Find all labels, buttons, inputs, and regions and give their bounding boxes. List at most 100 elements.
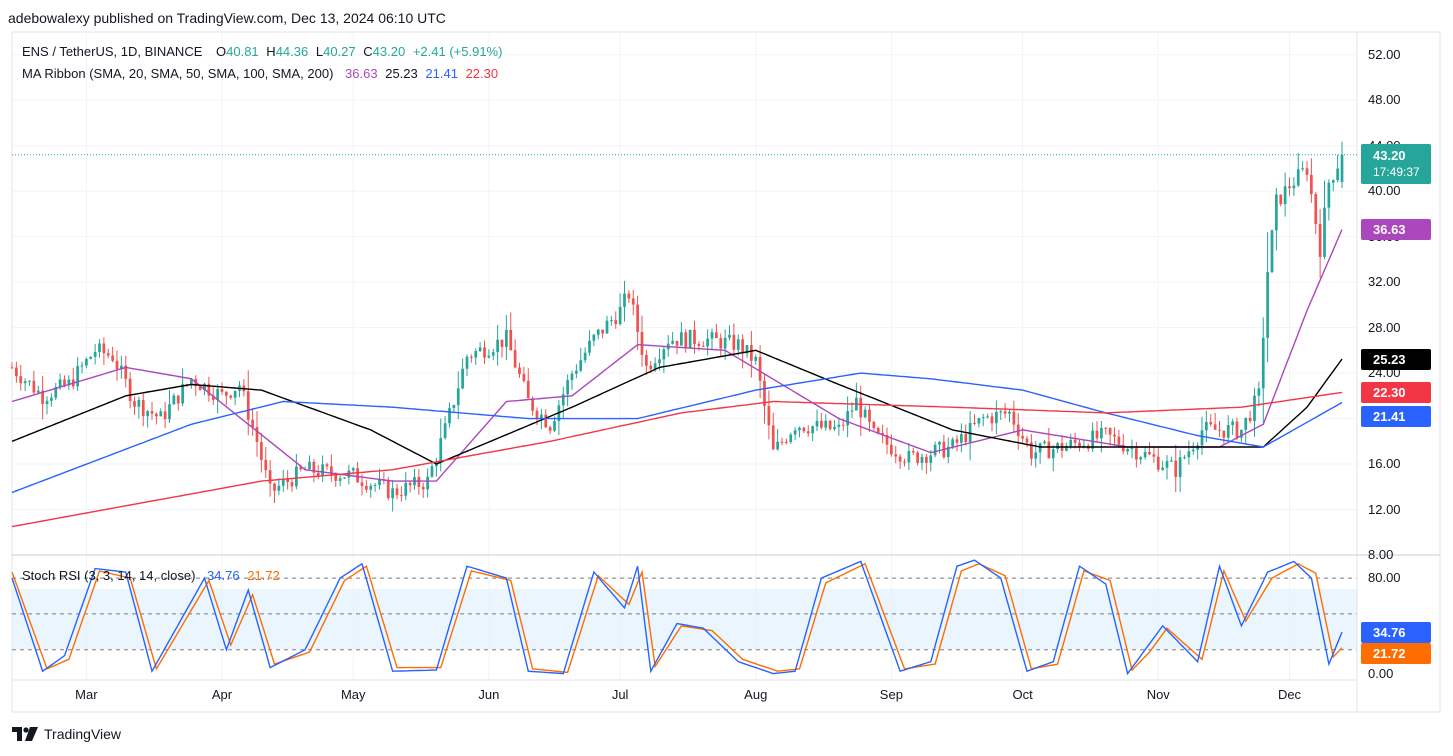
candle-body — [837, 424, 841, 427]
symbol-legend[interactable]: ENS / TetherUS, 1D, BINANCE O40.81 H44.3… — [22, 44, 506, 59]
candle-body — [697, 343, 701, 346]
sma20-legend-value: 36.63 — [345, 66, 378, 81]
time-tick-label: Nov — [1146, 687, 1170, 702]
symbol-name[interactable]: ENS / TetherUS, 1D, BINANCE — [22, 44, 202, 59]
candle-body — [833, 426, 836, 430]
candle-body — [1200, 430, 1204, 446]
candle-body — [1091, 430, 1094, 449]
candle-body — [10, 367, 14, 369]
candle-body — [1003, 411, 1007, 414]
candle-body — [811, 426, 814, 434]
candle-body — [1253, 395, 1256, 422]
candle-body — [570, 373, 574, 381]
candle-body — [32, 380, 36, 393]
open-value: 40.81 — [226, 44, 259, 59]
candle-body — [325, 464, 329, 467]
candle-body — [1318, 223, 1322, 257]
ma-ribbon-legend[interactable]: MA Ribbon (SMA, 20, SMA, 50, SMA, 100, S… — [22, 66, 502, 81]
candle-body — [522, 374, 526, 381]
candle-body — [929, 455, 933, 463]
candle-body — [1187, 451, 1191, 458]
sma200-legend-value: 22.30 — [465, 66, 499, 81]
candle-body — [496, 339, 499, 353]
candle-body — [391, 488, 394, 499]
candle-body — [750, 345, 753, 361]
candle-body — [23, 381, 27, 384]
candle-body — [706, 338, 709, 347]
time-tick-label: Mar — [75, 687, 98, 702]
candle-body — [526, 380, 530, 399]
candle-body — [102, 343, 106, 354]
time-tick-label: Apr — [211, 687, 233, 702]
candle-body — [820, 420, 823, 428]
candle-body — [1235, 421, 1239, 438]
candle-body — [474, 350, 478, 358]
candle-body — [999, 411, 1003, 413]
chart[interactable] — [0, 0, 1453, 756]
price-tick-label: 16.00 — [1368, 456, 1401, 472]
candle-body — [268, 470, 272, 484]
candle-body — [426, 476, 429, 490]
candle-body — [45, 400, 49, 405]
candle-body — [535, 410, 539, 419]
time-tick-label: Jul — [611, 687, 629, 702]
candle-body — [246, 391, 250, 420]
close-value: 43.20 — [372, 44, 406, 59]
candle-body — [1178, 457, 1182, 477]
change-value: +2.41 (+5.91%) — [412, 44, 503, 59]
candle-body — [938, 441, 941, 445]
candle-body — [728, 334, 731, 338]
stoch-rsi-label[interactable]: Stoch RSI (3, 3, 14, 14, close) — [22, 568, 195, 583]
candle-body — [470, 356, 473, 358]
candle-body — [1165, 461, 1169, 468]
candle-body — [767, 406, 771, 426]
time-tick-label: Oct — [1012, 687, 1033, 702]
candle-body — [106, 353, 110, 356]
candle-body — [688, 329, 692, 348]
sma100-line — [11, 372, 1343, 494]
candle-body — [645, 354, 648, 366]
candle-body — [1327, 182, 1331, 208]
open-label: O — [216, 44, 227, 59]
candle-body — [518, 367, 521, 375]
candle-body — [456, 388, 460, 406]
candle-body — [1275, 194, 1278, 231]
candle-body — [1069, 439, 1073, 447]
candle-body — [920, 456, 924, 463]
rsi-d-tag: 21.72 — [1361, 643, 1431, 665]
candle-body — [225, 391, 228, 396]
candle-body — [684, 332, 688, 348]
candle-body — [566, 380, 569, 395]
candle-body — [1170, 460, 1173, 462]
candle-body — [321, 464, 324, 477]
candle-body — [846, 411, 849, 426]
candle-body — [890, 444, 893, 455]
ma-ribbon-label[interactable]: MA Ribbon (SMA, 20, SMA, 50, SMA, 100, S… — [22, 66, 333, 81]
candle-body — [1244, 417, 1248, 430]
candle-body — [1301, 168, 1304, 170]
candle-body — [264, 459, 268, 471]
candle-body — [649, 365, 653, 370]
candle-body — [964, 434, 968, 443]
countdown-value: 17:49:37 — [1373, 164, 1420, 179]
stoch-rsi-legend[interactable]: Stoch RSI (3, 3, 14, 14, close) 34.76 21… — [22, 568, 284, 583]
sma100-tag: 21.41 — [1361, 406, 1431, 428]
candle-body — [421, 486, 425, 490]
ma-ribbon — [11, 229, 1343, 528]
candle-body — [260, 442, 263, 460]
tradingview-brand[interactable]: TradingView — [12, 726, 121, 742]
candle-body — [754, 356, 758, 361]
candle-body — [986, 416, 989, 418]
candle-body — [115, 360, 119, 370]
candle-body — [1143, 451, 1147, 458]
candle-body — [168, 404, 171, 420]
candle-body — [1270, 230, 1274, 273]
candle-body — [1205, 422, 1208, 431]
price-tick-label: 52.00 — [1368, 46, 1401, 62]
candle-body — [308, 461, 311, 470]
candle-body — [505, 329, 508, 347]
candle-body — [15, 367, 18, 377]
candle-body — [1296, 169, 1300, 186]
candle-body — [732, 334, 736, 350]
candle-body — [898, 456, 902, 462]
